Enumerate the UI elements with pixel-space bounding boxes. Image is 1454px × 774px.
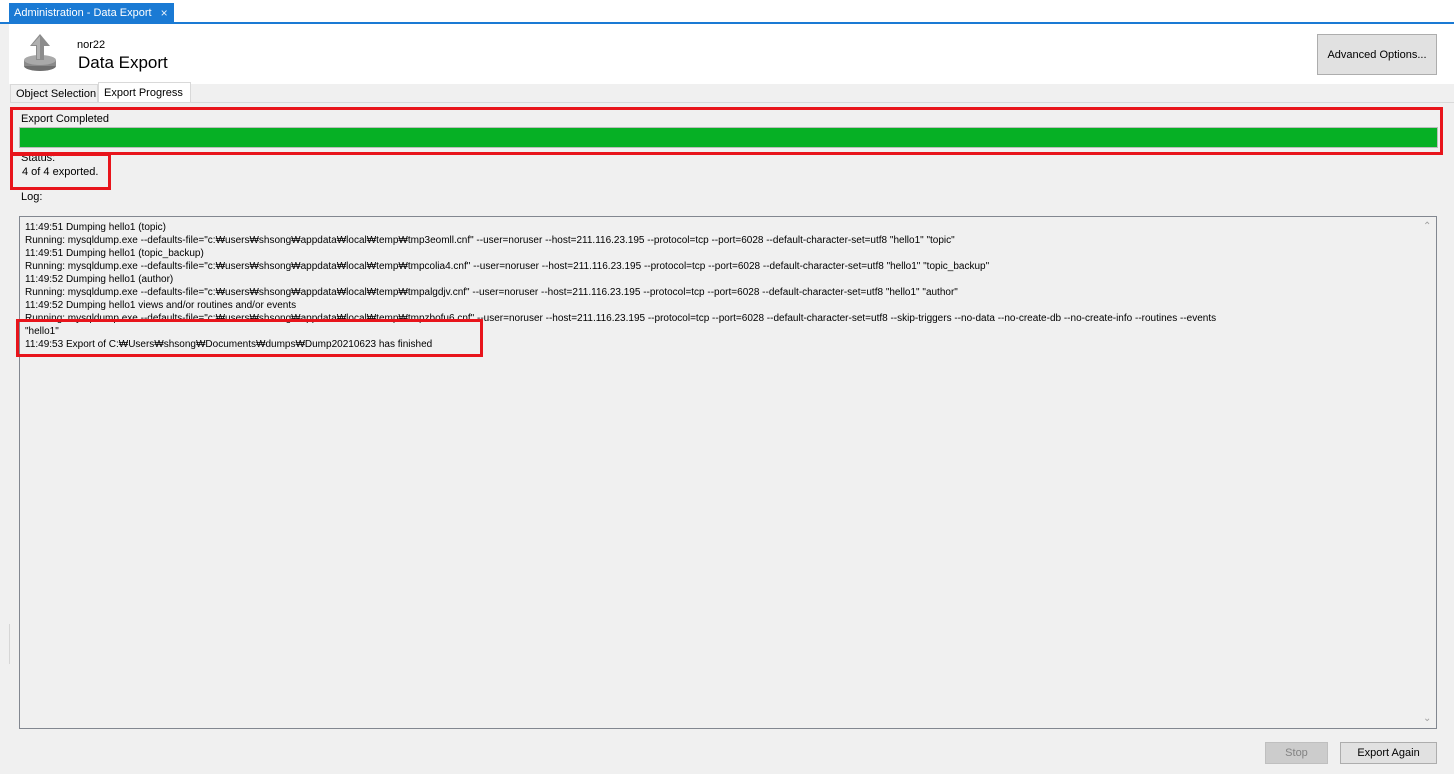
log-textbox[interactable]: 11:49:51 Dumping hello1 (topic) Running:… <box>19 216 1437 729</box>
data-export-page: nor22 Data Export Advanced Options... Ob… <box>9 24 1454 774</box>
export-progress-bar <box>19 127 1438 148</box>
document-tab-label: Administration - Data Export <box>14 6 152 19</box>
scroll-up-icon[interactable]: ⌃ <box>1423 221 1431 232</box>
close-icon[interactable]: × <box>161 6 168 20</box>
connection-name: nor22 <box>77 39 106 51</box>
log-line: Running: mysqldump.exe --defaults-file="… <box>25 261 990 272</box>
log-line: Running: mysqldump.exe --defaults-file="… <box>25 313 1217 324</box>
export-again-button[interactable]: Export Again <box>1340 742 1437 764</box>
log-line: 11:49:51 Dumping hello1 (topic_backup) <box>25 248 204 259</box>
log-line: Running: mysqldump.exe --defaults-file="… <box>25 235 955 246</box>
log-scrollbar[interactable]: ⌃ ⌄ <box>1419 217 1436 728</box>
tab-export-progress[interactable]: Export Progress <box>98 82 191 102</box>
tab-object-selection[interactable]: Object Selection <box>10 84 98 102</box>
progress-bar-fill <box>20 128 1437 147</box>
tab-administration-data-export[interactable]: Administration - Data Export × <box>9 3 174 22</box>
page-title: Data Export <box>78 53 168 72</box>
scroll-down-icon[interactable]: ⌄ <box>1423 713 1431 724</box>
log-line: Running: mysqldump.exe --defaults-file="… <box>25 287 958 298</box>
progress-label: Export Completed <box>21 113 110 125</box>
export-upload-icon <box>24 34 56 71</box>
document-tabstrip: Administration - Data Export × <box>0 0 1454 24</box>
log-line: 11:49:52 Dumping hello1 views and/or rou… <box>25 300 297 311</box>
log-line: 11:49:52 Dumping hello1 (author) <box>25 274 174 285</box>
log-lines: 11:49:51 Dumping hello1 (topic) Running:… <box>25 221 1415 351</box>
stop-button[interactable]: Stop <box>1265 742 1328 764</box>
advanced-options-button[interactable]: Advanced Options... <box>1317 34 1437 75</box>
log-line: 11:49:53 Export of C:₩Users₩shsong₩Docum… <box>25 339 433 350</box>
log-line: 11:49:51 Dumping hello1 (topic) <box>25 222 167 233</box>
status-label: Status: <box>21 152 56 164</box>
status-text: 4 of 4 exported. <box>22 166 99 178</box>
log-line: "hello1" <box>25 326 59 337</box>
log-label: Log: <box>21 191 43 203</box>
page-header: nor22 Data Export Advanced Options... <box>9 24 1454 84</box>
